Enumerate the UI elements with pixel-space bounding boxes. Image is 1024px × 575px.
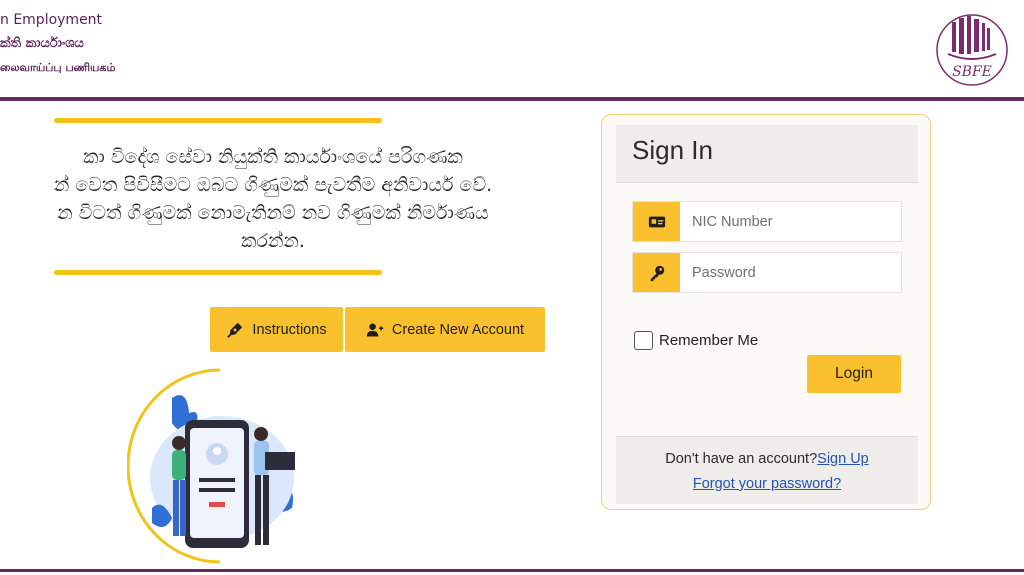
password-input[interactable] — [680, 253, 901, 292]
pen-nib-icon — [227, 322, 243, 338]
message-bottom-bar — [54, 270, 382, 275]
nic-field — [632, 201, 902, 242]
sign-in-footer: Don't have an account?Sign Up Forgot you… — [616, 436, 918, 504]
instructions-button[interactable]: Instructions — [210, 307, 343, 352]
info-message-line: න විටත් ගිණුමක් නොමැතිනම් නව ගිණුමක් නිර… — [57, 202, 489, 224]
org-name-tamil: லைவாய்ப்பு பணியகம் — [0, 61, 116, 74]
sign-in-card: Sign In Remember Me Login Do — [601, 114, 931, 510]
org-name-sinhala: ක්ති කාර්යාංශය — [0, 36, 84, 51]
create-account-button[interactable]: Create New Account — [345, 307, 545, 352]
header-divider — [0, 97, 1024, 101]
info-message-line: කරන්න. — [241, 230, 305, 252]
forgot-password-link[interactable]: Forgot your password? — [693, 476, 841, 492]
logo-lettering: SBFE — [952, 64, 992, 80]
sign-in-title: Sign In — [632, 135, 713, 165]
remember-me[interactable]: Remember Me — [634, 331, 758, 350]
remember-me-label: Remember Me — [659, 332, 759, 349]
instructions-label: Instructions — [252, 321, 327, 338]
create-account-label: Create New Account — [391, 321, 525, 338]
sbfe-logo: SBFE — [936, 14, 1008, 86]
signup-prompt: Don't have an account?Sign Up — [616, 451, 918, 467]
footer-divider — [0, 569, 1024, 572]
info-message: කා විදේශ සේවා නියුක්ති කාර්යාංශයේ පරිගණක… — [0, 143, 558, 255]
remember-me-checkbox[interactable] — [634, 331, 653, 350]
id-card-icon — [633, 202, 680, 241]
organization-name: n Employment ක්ති කාර්යාංශය லைவாய்ப்பு ப… — [0, 8, 115, 80]
sign-in-header: Sign In — [616, 125, 918, 183]
sign-up-link[interactable]: Sign Up — [817, 451, 869, 467]
login-button[interactable]: Login — [807, 355, 901, 393]
org-name-english: n Employment — [0, 12, 103, 28]
user-plus-icon — [366, 322, 384, 337]
key-icon — [633, 253, 680, 292]
info-message-line: න් වෙත පිවිසීමට ඔබට ගිණුමක් පැවතීම අනිවා… — [53, 174, 493, 196]
nic-input[interactable] — [680, 202, 901, 241]
password-field — [632, 252, 902, 293]
info-message-line: කා විදේශ සේවා නියුක්ති කාර්යාංශයේ පරිගණක — [83, 146, 463, 168]
login-illustration — [127, 368, 313, 564]
no-account-text: Don't have an account? — [665, 451, 818, 467]
forgot-password-row: Forgot your password? — [616, 476, 918, 492]
message-top-bar — [54, 118, 382, 123]
